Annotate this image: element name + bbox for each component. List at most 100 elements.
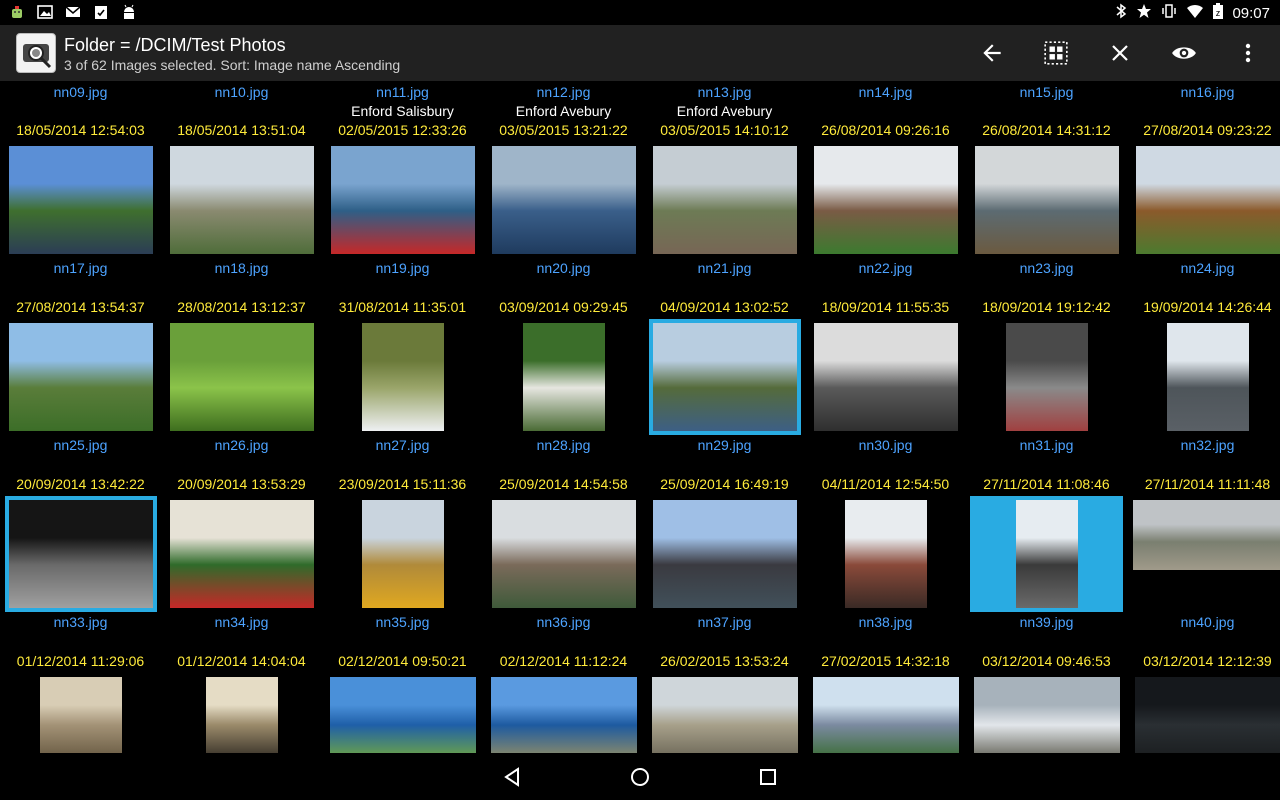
filename-label[interactable]: nn10.jpg [161,84,322,100]
thumbnail-cell[interactable]: 01/12/2014 11:29:06 [0,632,161,753]
thumbnail-cell[interactable]: 18/05/2014 13:51:04 nn18.jpg [161,101,322,278]
back-triangle-icon[interactable] [498,763,526,791]
thumbnail-cell[interactable]: 20/09/2014 13:42:22 nn33.jpg [0,455,161,632]
recents-square-icon[interactable] [754,763,782,791]
thumbnail-cell[interactable]: 26/08/2014 14:31:12 nn23.jpg [966,101,1127,278]
photo-thumbnail[interactable] [330,677,476,753]
filename-label[interactable]: nn32.jpg [1127,437,1280,453]
photo-thumbnail[interactable] [206,677,278,753]
photo-thumbnail[interactable] [845,500,927,608]
photo-thumbnail[interactable] [170,323,314,431]
back-arrow-icon[interactable] [976,37,1008,69]
close-icon[interactable] [1104,37,1136,69]
photo-thumbnail[interactable] [523,323,605,431]
photo-thumbnail[interactable] [9,323,153,431]
thumbnail-cell[interactable]: 03/09/2014 09:29:45 nn28.jpg [483,278,644,455]
photo-thumbnail[interactable] [1135,677,1280,753]
filename-label[interactable]: nn27.jpg [322,437,483,453]
filename-label[interactable]: nn16.jpg [1127,84,1280,100]
thumbnail-cell[interactable]: Enford Avebury 03/05/2015 14:10:12 nn21.jp… [644,101,805,278]
filename-label[interactable]: nn35.jpg [322,614,483,630]
eye-icon[interactable] [1168,37,1200,69]
filename-label[interactable]: nn09.jpg [0,84,161,100]
filename-label[interactable]: nn20.jpg [483,260,644,276]
thumbnail-cell[interactable]: 01/12/2014 14:04:04 [161,632,322,753]
thumbnail-cell[interactable]: Enford Avebury 03/05/2015 13:21:22 nn20.jp… [483,101,644,278]
photo-thumbnail[interactable] [331,146,475,254]
filename-label[interactable]: nn21.jpg [644,260,805,276]
photo-thumbnail[interactable] [362,500,444,608]
filename-label[interactable]: nn31.jpg [966,437,1127,453]
photo-thumbnail[interactable] [813,677,959,753]
photo-thumbnail[interactable] [1136,146,1280,254]
photo-thumbnail[interactable] [1006,323,1088,431]
thumbnail-cell[interactable]: 18/09/2014 11:55:35 nn30.jpg [805,278,966,455]
filename-label[interactable]: nn15.jpg [966,84,1127,100]
filename-label[interactable]: nn37.jpg [644,614,805,630]
photo-thumbnail[interactable] [974,677,1120,753]
thumbnail-cell[interactable]: 26/02/2015 13:53:24 [644,632,805,753]
filename-label[interactable]: nn26.jpg [161,437,322,453]
photo-thumbnail[interactable] [1167,323,1249,431]
photo-thumbnail[interactable] [1133,500,1280,570]
photo-thumbnail[interactable] [492,146,636,254]
select-all-icon[interactable] [1040,37,1072,69]
filename-label[interactable]: nn39.jpg [966,614,1127,630]
photo-thumbnail[interactable] [170,146,314,254]
photo-thumbnail[interactable] [9,146,153,254]
photo-thumbnail[interactable] [9,500,153,608]
filename-label[interactable]: nn23.jpg [966,260,1127,276]
photo-thumbnail[interactable] [653,146,797,254]
thumbnail-cell[interactable]: 02/12/2014 11:12:24 [483,632,644,753]
photo-thumbnail[interactable] [170,500,314,608]
photo-thumbnail[interactable] [653,323,797,431]
thumbnail-cell[interactable]: 27/11/2014 11:11:48 nn40.jpg [1127,455,1280,632]
thumbnail-cell[interactable]: 18/09/2014 19:12:42 nn31.jpg [966,278,1127,455]
thumbnail-cell[interactable]: 27/08/2014 09:23:22 nn24.jpg [1127,101,1280,278]
filename-label[interactable]: nn19.jpg [322,260,483,276]
thumbnail-cell[interactable]: 23/09/2014 15:11:36 nn35.jpg [322,455,483,632]
thumbnail-cell[interactable]: Enford Salisbury 02/05/2015 12:33:26 nn19.… [322,101,483,278]
filename-label[interactable]: nn29.jpg [644,437,805,453]
filename-label[interactable]: nn22.jpg [805,260,966,276]
thumbnail-cell[interactable]: 04/11/2014 12:54:50 nn38.jpg [805,455,966,632]
filename-label[interactable]: nn36.jpg [483,614,644,630]
thumbnail-cell[interactable]: 20/09/2014 13:53:29 nn34.jpg [161,455,322,632]
thumbnail-cell[interactable]: 02/12/2014 09:50:21 [322,632,483,753]
thumbnail-cell[interactable]: 19/09/2014 14:26:44 nn32.jpg [1127,278,1280,455]
photo-thumbnail[interactable] [40,677,122,753]
filename-label[interactable]: nn33.jpg [0,614,161,630]
home-circle-icon[interactable] [626,763,654,791]
photo-thumbnail[interactable] [652,677,798,753]
thumbnail-cell[interactable]: 26/08/2014 09:26:16 nn22.jpg [805,101,966,278]
filename-label[interactable]: nn18.jpg [161,260,322,276]
thumbnail-cell[interactable]: 28/08/2014 13:12:37 nn26.jpg [161,278,322,455]
photo-thumbnail[interactable] [814,146,958,254]
filename-label[interactable]: nn34.jpg [161,614,322,630]
photo-thumbnail[interactable] [814,323,958,431]
app-logo-icon[interactable] [16,33,56,73]
thumbnail-cell[interactable]: 18/05/2014 12:54:03 nn17.jpg [0,101,161,278]
filename-label[interactable]: nn11.jpg [322,84,483,100]
thumbnail-cell[interactable]: 31/08/2014 11:35:01 nn27.jpg [322,278,483,455]
overflow-menu-icon[interactable] [1232,37,1264,69]
filename-label[interactable]: nn13.jpg [644,84,805,100]
filename-label[interactable]: nn40.jpg [1127,614,1280,630]
filename-label[interactable]: nn12.jpg [483,84,644,100]
photo-thumbnail[interactable] [653,500,797,608]
photo-thumbnail[interactable] [975,146,1119,254]
filename-label[interactable]: nn24.jpg [1127,260,1280,276]
thumbnail-cell[interactable]: 27/02/2015 14:32:18 [805,632,966,753]
photo-thumbnail[interactable] [491,677,637,753]
thumbnail-cell[interactable]: 03/12/2014 12:12:39 [1127,632,1280,753]
photo-thumbnail[interactable] [492,500,636,608]
filename-label[interactable]: nn25.jpg [0,437,161,453]
filename-label[interactable]: nn14.jpg [805,84,966,100]
filename-label[interactable]: nn38.jpg [805,614,966,630]
filename-label[interactable]: nn30.jpg [805,437,966,453]
thumbnail-cell[interactable]: 27/11/2014 11:08:46 nn39.jpg [966,455,1127,632]
filename-label[interactable]: nn28.jpg [483,437,644,453]
photo-thumbnail[interactable] [362,323,444,431]
thumbnail-cell[interactable]: 04/09/2014 13:02:52 nn29.jpg [644,278,805,455]
thumbnail-cell[interactable]: 25/09/2014 16:49:19 nn37.jpg [644,455,805,632]
